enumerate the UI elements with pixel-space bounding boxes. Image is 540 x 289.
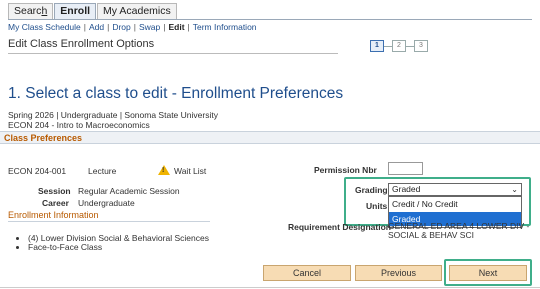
tab-enroll[interactable]: Enroll: [54, 3, 97, 19]
list-item: Face-to-Face Class: [28, 243, 209, 252]
chevron-down-icon: ⌄: [511, 185, 518, 194]
next-button[interactable]: Next: [449, 265, 527, 281]
course-title-line: ECON 204 - Intro to Macroeconomics: [8, 120, 150, 130]
subnav-edit-current: Edit: [168, 22, 185, 32]
cancel-button[interactable]: Cancel: [263, 265, 351, 281]
step-1: 1: [370, 40, 384, 52]
term-info-line: Spring 2026 | Undergraduate | Sonoma Sta…: [8, 110, 218, 120]
warning-icon-mark: !: [162, 167, 165, 174]
subnav-my-class-schedule[interactable]: My Class Schedule: [8, 22, 81, 32]
page-header-title: Edit Class Enrollment Options: [8, 38, 155, 50]
enroll-subnav: My Class Schedule | Add | Drop | Swap | Edit | Ter…: [8, 22, 257, 32]
subnav-term-information[interactable]: Term Information: [193, 22, 257, 32]
units-label: Units: [366, 201, 388, 211]
career-value: Undergraduate: [78, 198, 135, 208]
subnav-separator: |: [133, 22, 136, 32]
tab-enroll-label: Enroll: [60, 5, 91, 17]
tab-underline: [8, 19, 532, 20]
requirement-designation-label: Requirement Designation: [288, 222, 391, 232]
class-number: ECON 204-001: [8, 166, 67, 176]
session-label: Session: [38, 186, 71, 196]
requirement-designation-value: GENERAL ED AREA 4 LOWER DIV - SOCIAL & B…: [388, 222, 529, 240]
bottom-divider: [0, 287, 540, 288]
permission-nbr-label: Permission Nbr: [314, 165, 377, 175]
tab-search-label-underlined: h: [41, 5, 48, 17]
tab-my-academics[interactable]: My Academics: [97, 3, 177, 19]
grading-selected-value: Graded: [392, 184, 421, 194]
previous-button[interactable]: Previous: [355, 265, 442, 281]
requirement-value-line-2: SOCIAL & BEHAV SCI: [388, 230, 474, 240]
enrollment-information-header: Enrollment Information: [8, 210, 210, 222]
subnav-separator: |: [163, 22, 166, 32]
step-connector: [384, 45, 392, 47]
step-2: 2: [392, 40, 406, 52]
subnav-separator: |: [107, 22, 110, 32]
grading-option-credit-no-credit[interactable]: Credit / No Credit: [389, 197, 521, 211]
tab-search[interactable]: Search: [8, 3, 54, 19]
step-indicator: 1 2 3: [370, 40, 428, 52]
tab-my-academics-label: My Academics: [103, 5, 171, 17]
header-divider: [8, 53, 338, 54]
subnav-swap[interactable]: Swap: [139, 22, 160, 32]
step-connector: [406, 45, 414, 47]
enrollment-information-title: Enrollment Information: [8, 210, 99, 220]
grading-select[interactable]: Graded ⌄: [388, 183, 522, 196]
class-preferences-header: Class Preferences: [0, 131, 540, 144]
subnav-separator: |: [83, 22, 86, 32]
grading-label: Grading: [355, 185, 388, 195]
tab-search-label-pre: Searc: [14, 5, 42, 17]
section-title: 1. Select a class to edit - Enrollment P…: [8, 85, 344, 102]
enrollment-information-list: (4) Lower Division Social & Behavioral S…: [18, 234, 209, 252]
class-preferences-title: Class Preferences: [4, 133, 83, 143]
subnav-drop[interactable]: Drop: [112, 22, 130, 32]
tab-bar: Search Enroll My Academics: [8, 3, 178, 19]
subnav-add[interactable]: Add: [89, 22, 104, 32]
subnav-separator: |: [187, 22, 190, 32]
class-component: Lecture: [88, 166, 117, 176]
step-3: 3: [414, 40, 428, 52]
enrollment-status: Wait List: [174, 166, 207, 176]
career-label: Career: [42, 198, 69, 208]
permission-nbr-input[interactable]: [388, 162, 423, 175]
session-value: Regular Academic Session: [78, 186, 180, 196]
